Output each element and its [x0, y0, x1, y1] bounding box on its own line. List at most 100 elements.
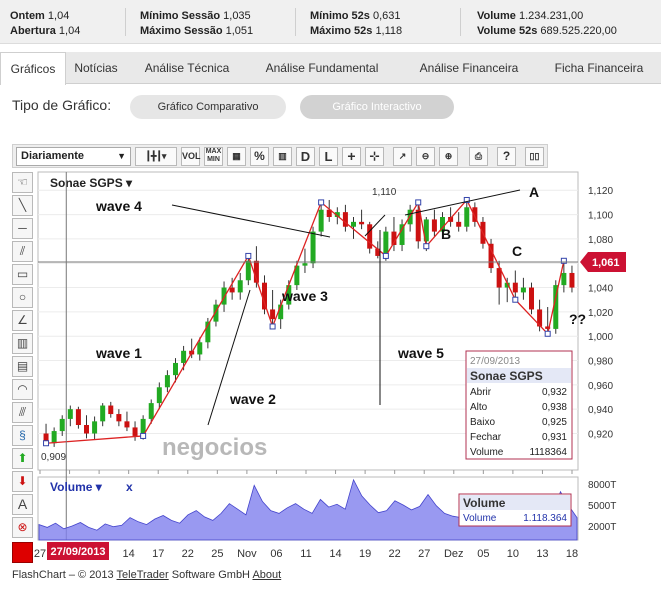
candle-body	[529, 287, 534, 310]
candle-body	[156, 387, 162, 404]
candle-body	[569, 272, 575, 288]
x-tick-label: 10	[507, 548, 519, 560]
tooltip-row-value: 0,925	[542, 417, 567, 428]
wave-point	[382, 252, 389, 259]
candle-body	[100, 405, 106, 422]
candle-body	[51, 431, 57, 444]
candle-body	[164, 375, 170, 388]
candle-body	[92, 421, 98, 434]
candle-body	[84, 424, 89, 434]
about-link[interactable]: About	[252, 569, 281, 581]
volume-close-icon: x	[126, 480, 133, 494]
wave-point	[544, 330, 551, 337]
candle-body	[318, 209, 324, 232]
candle-body	[124, 421, 130, 428]
candle-body	[270, 309, 276, 320]
max-label: 1,110	[372, 187, 397, 198]
candle-body	[520, 287, 526, 293]
x-tick-label: 13	[536, 548, 548, 560]
volume-tooltip-label: Volume	[463, 513, 497, 524]
wave-point	[415, 199, 422, 206]
price-chart[interactable]: 0,9200,9400,9600,9801,0001,0201,0401,060…	[0, 0, 661, 604]
x-tick-label: 19	[359, 548, 371, 560]
candle-body	[245, 260, 251, 281]
volume-y-label: 2000T	[588, 522, 616, 533]
last-price-label: 1,061	[592, 257, 620, 269]
tooltip-date: 27/09/2013	[470, 356, 520, 367]
chart-title: Sonae SGPS ▾	[50, 176, 133, 190]
annotation-wave2: wave 2	[229, 391, 276, 407]
candle-body	[464, 207, 470, 227]
footer-prefix: FlashChart – © 2013	[12, 569, 117, 581]
wave-point	[560, 257, 567, 264]
footer-credit: FlashChart – © 2013 TeleTrader Software …	[12, 569, 281, 581]
candle-body	[132, 427, 138, 436]
x-tick-label: 25	[211, 548, 223, 560]
annotation-wave4: wave 4	[95, 198, 142, 214]
x-tick-label: 17	[152, 548, 164, 560]
min-label: 0,909	[41, 452, 66, 463]
candle-body	[367, 224, 373, 249]
y-tick-label: 0,960	[588, 381, 613, 392]
x-tick-label: 18	[566, 548, 578, 560]
candle-body	[173, 362, 178, 376]
volume-y-label: 5000T	[588, 501, 616, 512]
candle-body	[116, 414, 122, 422]
candle-body	[181, 350, 187, 363]
candle-body	[351, 221, 356, 227]
x-tick-label: 05	[477, 548, 489, 560]
annotation-wave3: wave 3	[281, 288, 328, 304]
x-tick-label: Nov	[237, 548, 257, 560]
candle-body	[148, 403, 154, 419]
tooltip-row-value: 1118364	[530, 447, 568, 458]
volume-y-label: 8000T	[588, 480, 616, 491]
candle-body	[561, 272, 567, 286]
candle-body	[67, 409, 73, 419]
wave-point	[512, 296, 519, 303]
y-tick-label: 1,120	[588, 186, 613, 197]
watermark: negocios	[162, 434, 267, 461]
tooltip-row-value: 0,932	[542, 387, 567, 398]
y-tick-label: 1,040	[588, 284, 613, 295]
y-tick-label: 0,940	[588, 405, 613, 416]
annotation-wave5: wave 5	[397, 345, 444, 361]
x-tick-label: 14	[123, 548, 135, 560]
x-tick-label: 11	[300, 548, 311, 560]
y-tick-label: 1,020	[588, 308, 613, 319]
tooltip-row-label: Abrir	[470, 387, 492, 398]
annotation-question: ??	[569, 311, 586, 327]
annotation-b: B	[441, 226, 451, 242]
cursor-date-label: 27/09/2013	[50, 546, 105, 558]
x-tick-label: 14	[329, 548, 341, 560]
y-tick-label: 1,000	[588, 332, 613, 343]
y-tick-label: 1,080	[588, 235, 613, 246]
candle-body	[512, 282, 518, 293]
wave-point	[43, 440, 50, 447]
y-tick-label: 1,100	[588, 211, 613, 222]
tooltip-row-value: 0,938	[542, 402, 567, 413]
tooltip-name: Sonae SGPS	[470, 369, 543, 383]
y-tick-label: 0,920	[588, 430, 613, 441]
tooltip-row-label: Fechar	[470, 432, 502, 443]
tooltip-row-label: Volume	[470, 447, 504, 458]
candle-body	[359, 221, 365, 225]
annotation-wave1: wave 1	[95, 345, 142, 361]
volume-tooltip-title: Volume	[463, 496, 506, 510]
candle-body	[221, 287, 227, 305]
candle-body	[75, 409, 81, 425]
x-tick-label: 22	[182, 548, 194, 560]
tooltip-row-value: 0,931	[542, 432, 567, 443]
x-tick-label: Dez	[444, 548, 464, 560]
wave-point	[140, 432, 147, 439]
wave-point	[318, 199, 325, 206]
teletrader-link[interactable]: TeleTrader	[117, 569, 169, 581]
wave-point	[423, 243, 430, 250]
annotation-a: A	[529, 184, 539, 200]
wave-point	[245, 252, 252, 259]
y-tick-label: 0,980	[588, 357, 613, 368]
x-tick-label: 27	[418, 548, 430, 560]
candle-body	[197, 342, 203, 355]
candle-body	[302, 263, 308, 266]
volume-title: Volume ▾	[50, 480, 103, 494]
wave-point	[269, 323, 276, 330]
